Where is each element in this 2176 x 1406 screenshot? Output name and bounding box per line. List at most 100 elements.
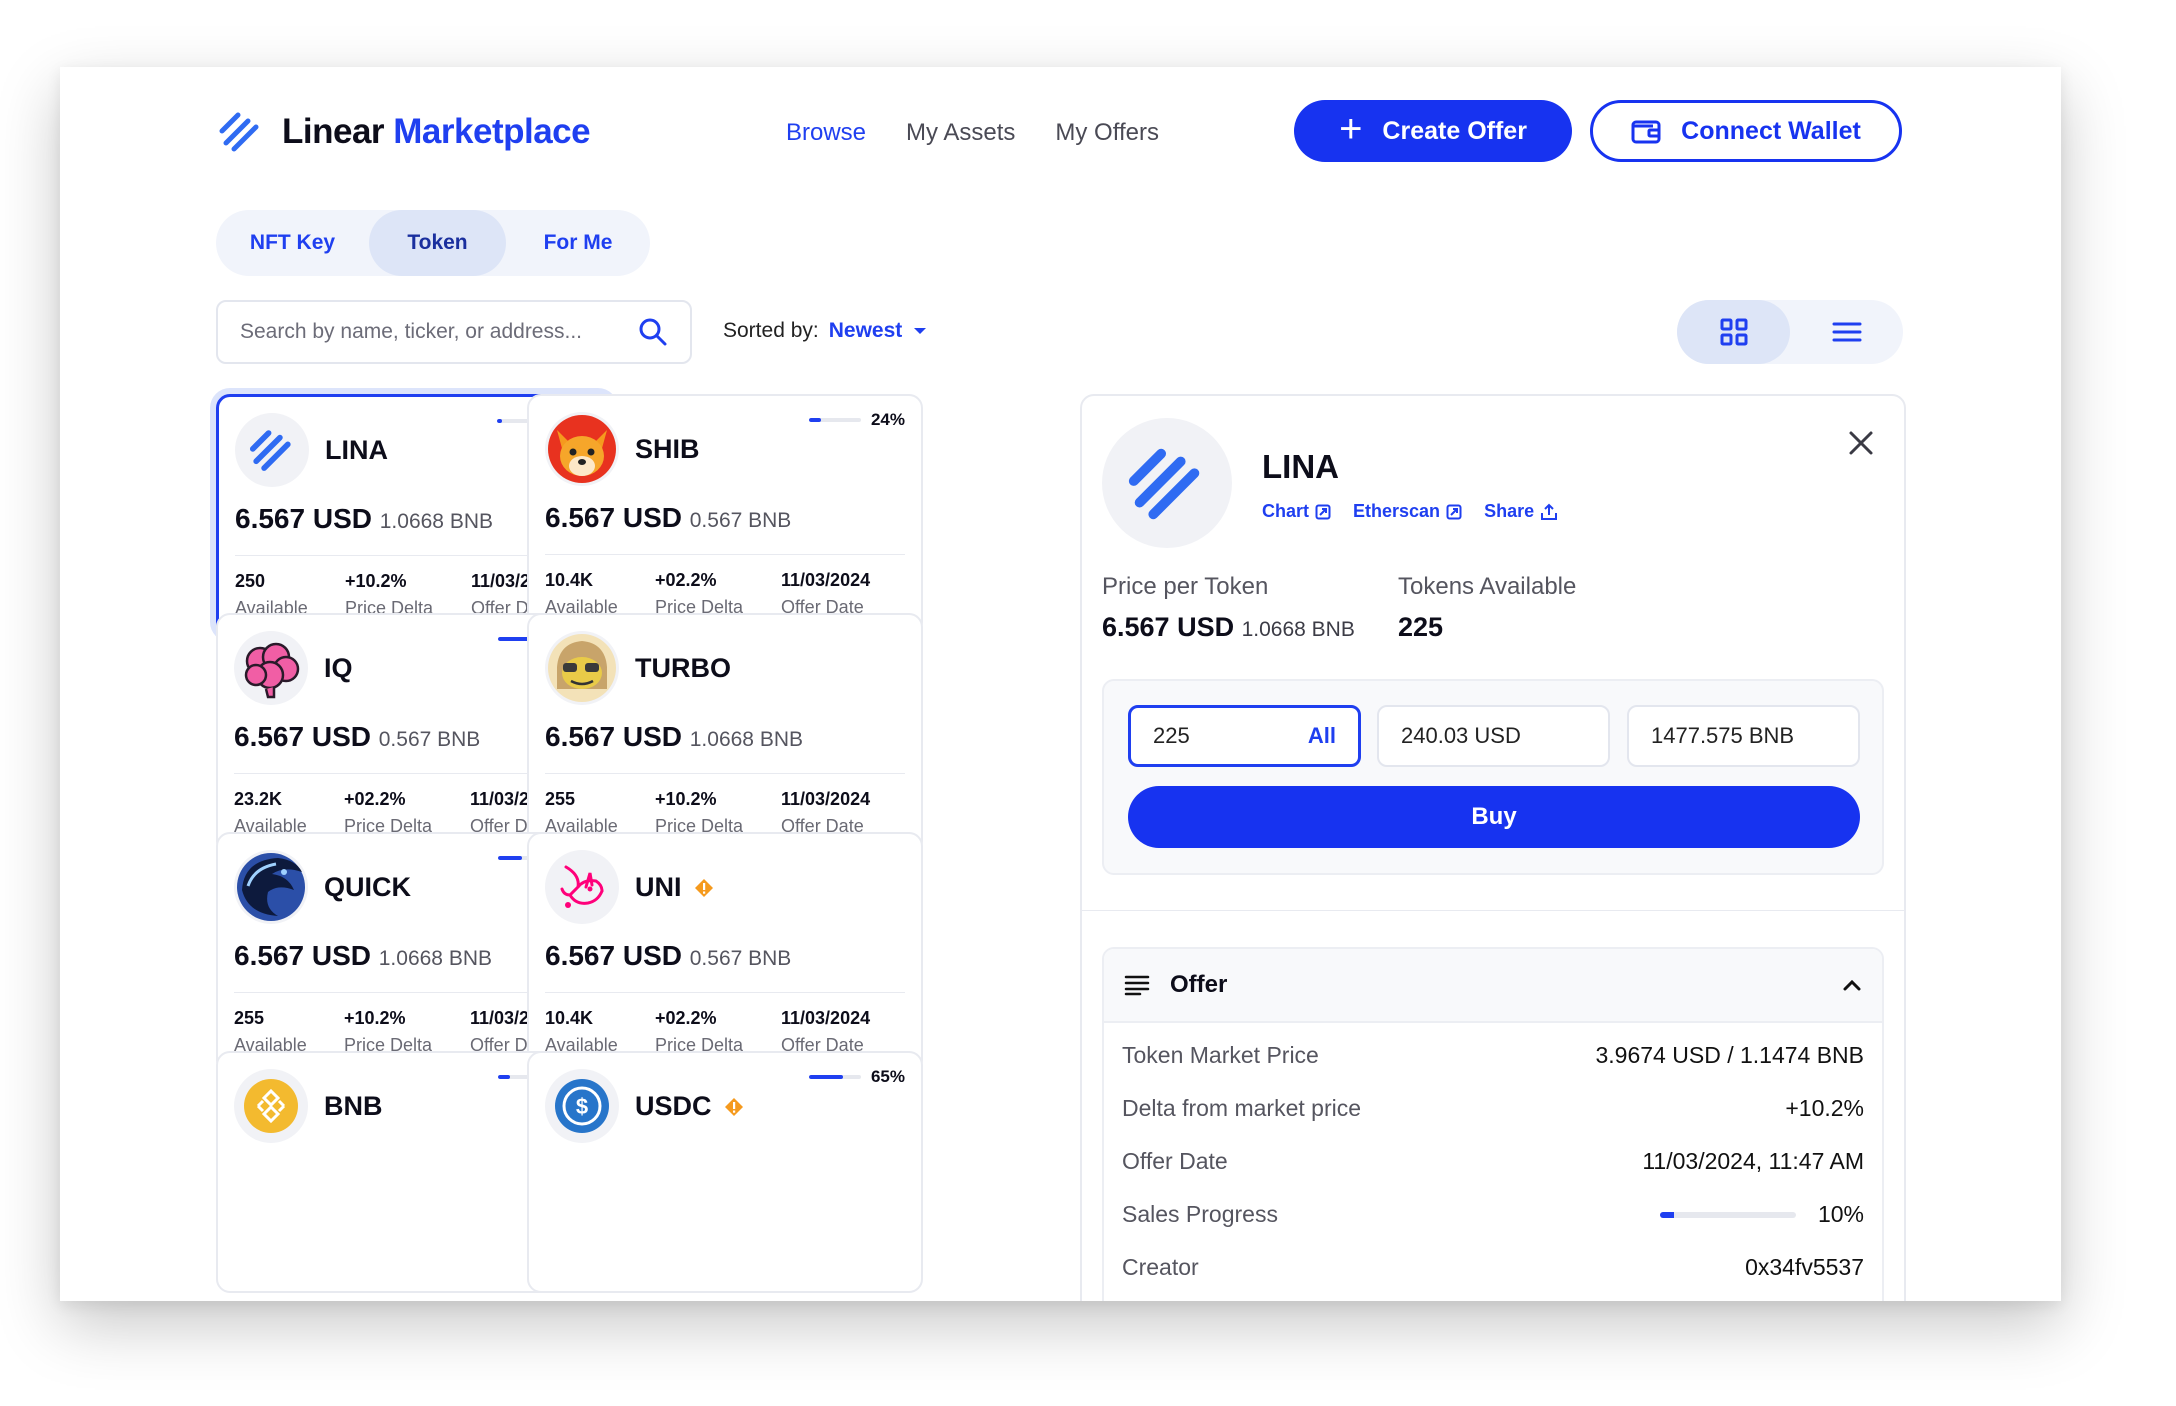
offer-row-value: 0x34fv5537 — [1745, 1254, 1864, 1280]
grid-view-button[interactable] — [1677, 300, 1790, 364]
card-stats: 23.2K Available +02.2% Price Delta 11/03/202… — [234, 789, 559, 837]
share-link[interactable]: Share — [1484, 501, 1558, 522]
sales-progress-bar — [1659, 1211, 1796, 1218]
sort-value[interactable]: Newest — [829, 319, 903, 343]
card-price-usd: 6.567 USD — [235, 503, 372, 534]
chevron-up-icon[interactable] — [1842, 978, 1862, 992]
stat-offer-date-value: 11/03/2024 — [781, 1008, 871, 1028]
token-detail-panel: LINA Chart Etherscan Share Price per Tok… — [1080, 394, 1906, 1301]
card-stats: 250 Available +10.2% Price Delta 11/03/2024 O… — [235, 571, 560, 619]
card-price-usd: 6.567 USD — [234, 940, 371, 971]
panel-divider — [1082, 910, 1904, 911]
brand-logo[interactable]: Linear Marketplace — [218, 109, 591, 155]
sort-label: Sorted by: — [723, 319, 819, 342]
token-card-usdc[interactable]: $ USDC 65% — [527, 1051, 923, 1293]
warning-icon — [694, 878, 713, 897]
sales-progress-fill — [1659, 1211, 1674, 1218]
card-price: 6.567 USD 0.567 BNB — [234, 721, 480, 753]
share-link-label: Share — [1484, 501, 1535, 521]
card-price-bnb: 0.567 BNB — [689, 947, 792, 970]
card-price-bnb: 1.0668 BNB — [378, 947, 492, 970]
offer-row-sales-progress: Sales Progress 10% — [1104, 1188, 1882, 1241]
offer-row-key: Offer Date — [1122, 1148, 1228, 1174]
card-progress: 24% — [808, 410, 905, 430]
bnb-amount-value: 1477.575 BNB — [1651, 723, 1795, 748]
etherscan-link[interactable]: Etherscan — [1353, 501, 1462, 522]
sort-control[interactable]: Sorted by: Newest — [723, 319, 928, 343]
chart-link[interactable]: Chart — [1262, 501, 1331, 522]
iq-brain-icon — [234, 631, 308, 705]
card-stats: 255 Available +10.2% Price Delta 11/03/2024 O… — [234, 1008, 559, 1056]
stat-available-value: 10.4K — [545, 570, 594, 590]
close-icon[interactable] — [1844, 426, 1878, 460]
offer-row-delta: Delta from market price +10.2% — [1104, 1082, 1882, 1135]
card-price-usd: 6.567 USD — [234, 721, 371, 752]
offer-section-header[interactable]: Offer — [1104, 949, 1882, 1023]
etherscan-link-label: Etherscan — [1353, 501, 1441, 521]
tab-nft-key[interactable]: NFT Key — [216, 210, 369, 276]
stat-price-delta: +10.2% Price Delta — [345, 571, 471, 619]
buy-button[interactable]: Buy — [1128, 786, 1860, 848]
detail-links: Chart Etherscan Share — [1262, 501, 1558, 522]
offer-section: Offer Token Market Price 3.9674 USD / 1.… — [1102, 947, 1884, 1301]
offer-row-value: +10.2% — [1785, 1095, 1864, 1121]
offer-row-value: 10% — [1817, 1201, 1864, 1227]
create-offer-button[interactable]: + Create Offer — [1294, 100, 1572, 162]
card-stats: 10.4K Available +02.2% Price Delta 11/03/202… — [545, 570, 870, 618]
card-ticker-label: IQ — [324, 653, 353, 683]
nav-browse[interactable]: Browse — [786, 119, 866, 147]
card-ticker: QUICK — [324, 872, 411, 903]
card-progress: 65% — [808, 1067, 905, 1087]
connect-wallet-button[interactable]: Connect Wallet — [1590, 100, 1902, 162]
card-price-usd: 6.567 USD — [545, 721, 682, 752]
stat-price-delta-value: +02.2% — [655, 1008, 717, 1028]
card-ticker-label: BNB — [324, 1091, 383, 1121]
token-card-uni[interactable]: UNI 6.567 USD 0.567 BNB 10.4K Available +02.… — [527, 832, 923, 1074]
card-ticker: LINA — [325, 435, 388, 466]
external-link-icon — [1315, 504, 1331, 519]
card-progress-fill — [808, 418, 822, 422]
offer-section-title: Offer — [1170, 971, 1228, 998]
list-icon — [1832, 322, 1861, 342]
card-price-bnb: 1.0668 BNB — [379, 510, 493, 533]
card-ticker-label: UNI — [635, 872, 682, 902]
share-icon — [1541, 503, 1558, 520]
search-input[interactable] — [240, 320, 638, 344]
quantity-field[interactable]: 225 All — [1128, 705, 1361, 767]
token-card-shib[interactable]: SHIB 24% 6.567 USD 0.567 BNB 10.4K Available… — [527, 394, 923, 636]
detail-price-bnb: 1.0668 BNB — [1241, 618, 1355, 641]
stat-available: 23.2K Available — [234, 789, 344, 837]
tab-for-me[interactable]: For Me — [506, 210, 650, 276]
caret-down-icon — [914, 328, 927, 334]
offer-row-key: Sales Progress — [1122, 1201, 1278, 1227]
usd-amount-field[interactable]: 240.03 USD — [1377, 705, 1610, 767]
tokens-available-label: Tokens Available — [1398, 573, 1577, 600]
token-card-turbo[interactable]: TURBO 6.567 USD 1.0668 BNB 255 Available +10… — [527, 613, 923, 855]
detail-token-icon — [1102, 418, 1232, 548]
search-icon[interactable] — [638, 317, 668, 347]
offer-row-date: Offer Date 11/03/2024, 11:47 AM — [1104, 1135, 1882, 1188]
offer-row-key: Delta from market price — [1122, 1095, 1362, 1121]
usdc-icon: $ — [545, 1069, 619, 1143]
select-all-button[interactable]: All — [1308, 723, 1336, 749]
offer-row-key: Token Market Price — [1122, 1042, 1319, 1068]
nav-my-offers[interactable]: My Offers — [1055, 119, 1159, 147]
card-ticker: IQ — [324, 653, 353, 684]
list-view-button[interactable] — [1790, 300, 1903, 364]
stat-available-value: 10.4K — [545, 1008, 594, 1028]
svg-text:$: $ — [576, 1094, 588, 1119]
card-progress-bar — [808, 418, 861, 422]
stat-price-delta-value: +02.2% — [655, 570, 717, 590]
card-ticker: BNB — [324, 1091, 383, 1122]
nav-my-assets[interactable]: My Assets — [906, 119, 1015, 147]
stat-available-value: 23.2K — [234, 789, 283, 809]
bnb-amount-field[interactable]: 1477.575 BNB — [1627, 705, 1860, 767]
card-price: 6.567 USD 1.0668 BNB — [235, 503, 493, 535]
stat-price-delta: +02.2% Price Delta — [344, 789, 470, 837]
offer-row-creator: Creator 0x34fv5537 — [1104, 1241, 1882, 1294]
tab-token[interactable]: Token — [369, 210, 506, 276]
offer-rows: Token Market Price 3.9674 USD / 1.1474 B… — [1104, 1023, 1882, 1294]
chart-link-label: Chart — [1262, 501, 1310, 521]
stat-offer-date: 11/03/2024 Offer Date — [781, 1008, 870, 1056]
turbo-icon — [545, 631, 619, 705]
